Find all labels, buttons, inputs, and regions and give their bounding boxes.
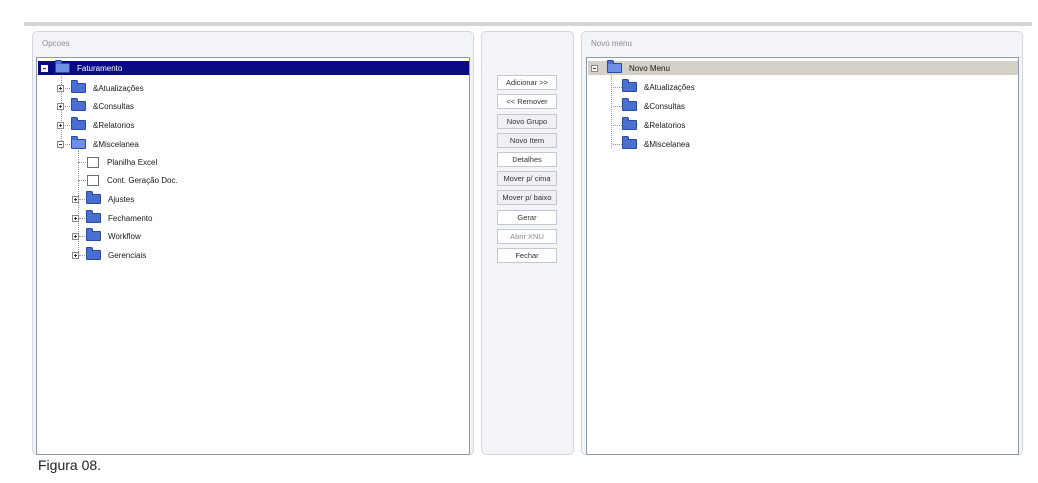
- expand-plus-icon[interactable]: [57, 84, 64, 92]
- figure-caption: Figura 08.: [38, 457, 102, 473]
- tree-node-miscelanea[interactable]: &Miscelanea: [57, 136, 139, 151]
- tree-node-atualizacoes[interactable]: &Atualizações: [57, 80, 144, 95]
- tree-node-label: Cont. Geração Doc.: [107, 175, 178, 185]
- collapse-minus-icon[interactable]: [591, 64, 598, 72]
- tree-node-label: Gerenciais: [108, 250, 147, 260]
- folder-icon: [622, 79, 637, 92]
- tree-node-label: &Consultas: [93, 101, 134, 111]
- details-button[interactable]: Detalhes: [497, 152, 557, 167]
- tree-node-label: &Consultas: [644, 101, 685, 111]
- folder-icon: [86, 247, 101, 260]
- options-panel-title: Opcoes: [42, 39, 70, 48]
- move-up-button[interactable]: Mover p/ cima: [497, 171, 557, 186]
- collapse-minus-icon[interactable]: [57, 140, 64, 148]
- tree-node-label: Ajustes: [108, 194, 135, 204]
- tree-node-label: &Miscelanea: [644, 139, 690, 149]
- folder-icon: [86, 210, 101, 223]
- tree-node-gerenciais[interactable]: Gerenciais: [72, 247, 147, 262]
- folder-icon: [622, 98, 637, 111]
- new-menu-panel-title: Novo menu: [591, 39, 632, 48]
- folder-open-icon: [607, 60, 622, 73]
- move-down-button[interactable]: Mover p/ baixo: [497, 190, 557, 205]
- tree-node-workflow[interactable]: Workflow: [72, 228, 141, 243]
- tree-node-label: &Relatorios: [93, 120, 135, 130]
- tree-node-consultas[interactable]: &Consultas: [622, 98, 685, 113]
- generate-button[interactable]: Gerar: [497, 210, 557, 225]
- remove-button[interactable]: << Remover: [497, 94, 557, 109]
- close-button[interactable]: Fechar: [497, 248, 557, 263]
- top-divider: [24, 22, 1032, 26]
- tree-node-label: Planilha Excel: [107, 157, 158, 167]
- tree-node-label: Workflow: [108, 231, 141, 241]
- tree-node-label: &Atualizações: [644, 82, 695, 92]
- tree-node-consultas[interactable]: &Consultas: [57, 98, 134, 113]
- tree-node-label: &Relatorios: [644, 120, 686, 130]
- folder-open-icon: [55, 60, 70, 73]
- expand-plus-icon[interactable]: [72, 214, 79, 222]
- tree-node-fechamento[interactable]: Fechamento: [72, 210, 153, 225]
- folder-icon: [86, 191, 101, 204]
- options-tree[interactable]: Faturamento &Atualizações &Consultas &Re…: [36, 57, 470, 455]
- tree-node-relatorios[interactable]: &Relatorios: [622, 117, 686, 132]
- tree-node-ajustes[interactable]: Ajustes: [72, 191, 135, 206]
- folder-open-icon: [71, 136, 86, 149]
- new-group-button[interactable]: Novo Grupo: [497, 114, 557, 129]
- expand-plus-icon[interactable]: [72, 195, 79, 203]
- folder-icon: [71, 117, 86, 130]
- add-button[interactable]: Adicionar >>: [497, 75, 557, 90]
- expand-plus-icon[interactable]: [57, 121, 64, 129]
- tree-node-atualizacoes[interactable]: &Atualizações: [622, 79, 695, 94]
- folder-icon: [622, 117, 637, 130]
- collapse-minus-icon[interactable]: [41, 64, 48, 72]
- tree-node-label: &Miscelanea: [93, 139, 139, 149]
- new-item-button[interactable]: Novo Item: [497, 133, 557, 148]
- tree-node-novo-menu[interactable]: Novo Menu: [588, 60, 1018, 75]
- tree-node-miscelanea[interactable]: &Miscelanea: [622, 136, 690, 151]
- folder-icon: [71, 98, 86, 111]
- tree-node-relatorios[interactable]: &Relatorios: [57, 117, 135, 132]
- tree-node-label: Faturamento: [77, 63, 123, 73]
- tree-node-label: Novo Menu: [629, 63, 670, 73]
- tree-node-label: &Atualizações: [93, 83, 144, 93]
- folder-icon: [86, 228, 101, 241]
- folder-icon: [71, 80, 86, 93]
- file-icon: [87, 156, 99, 168]
- expand-plus-icon[interactable]: [57, 102, 64, 110]
- tree-node-cont-geracao-doc[interactable]: Cont. Geração Doc.: [87, 173, 178, 187]
- tree-node-planilha-excel[interactable]: Planilha Excel: [87, 155, 157, 169]
- expand-plus-icon[interactable]: [72, 232, 79, 240]
- folder-icon: [622, 136, 637, 149]
- tree-node-faturamento[interactable]: Faturamento: [38, 60, 469, 75]
- expand-plus-icon[interactable]: [72, 251, 79, 259]
- tree-node-label: Fechamento: [108, 213, 153, 223]
- file-icon: [87, 174, 99, 186]
- new-menu-tree[interactable]: Novo Menu &Atualizações &Consultas &Rela…: [586, 57, 1019, 455]
- open-xnu-button[interactable]: Abrir XNU: [497, 229, 557, 244]
